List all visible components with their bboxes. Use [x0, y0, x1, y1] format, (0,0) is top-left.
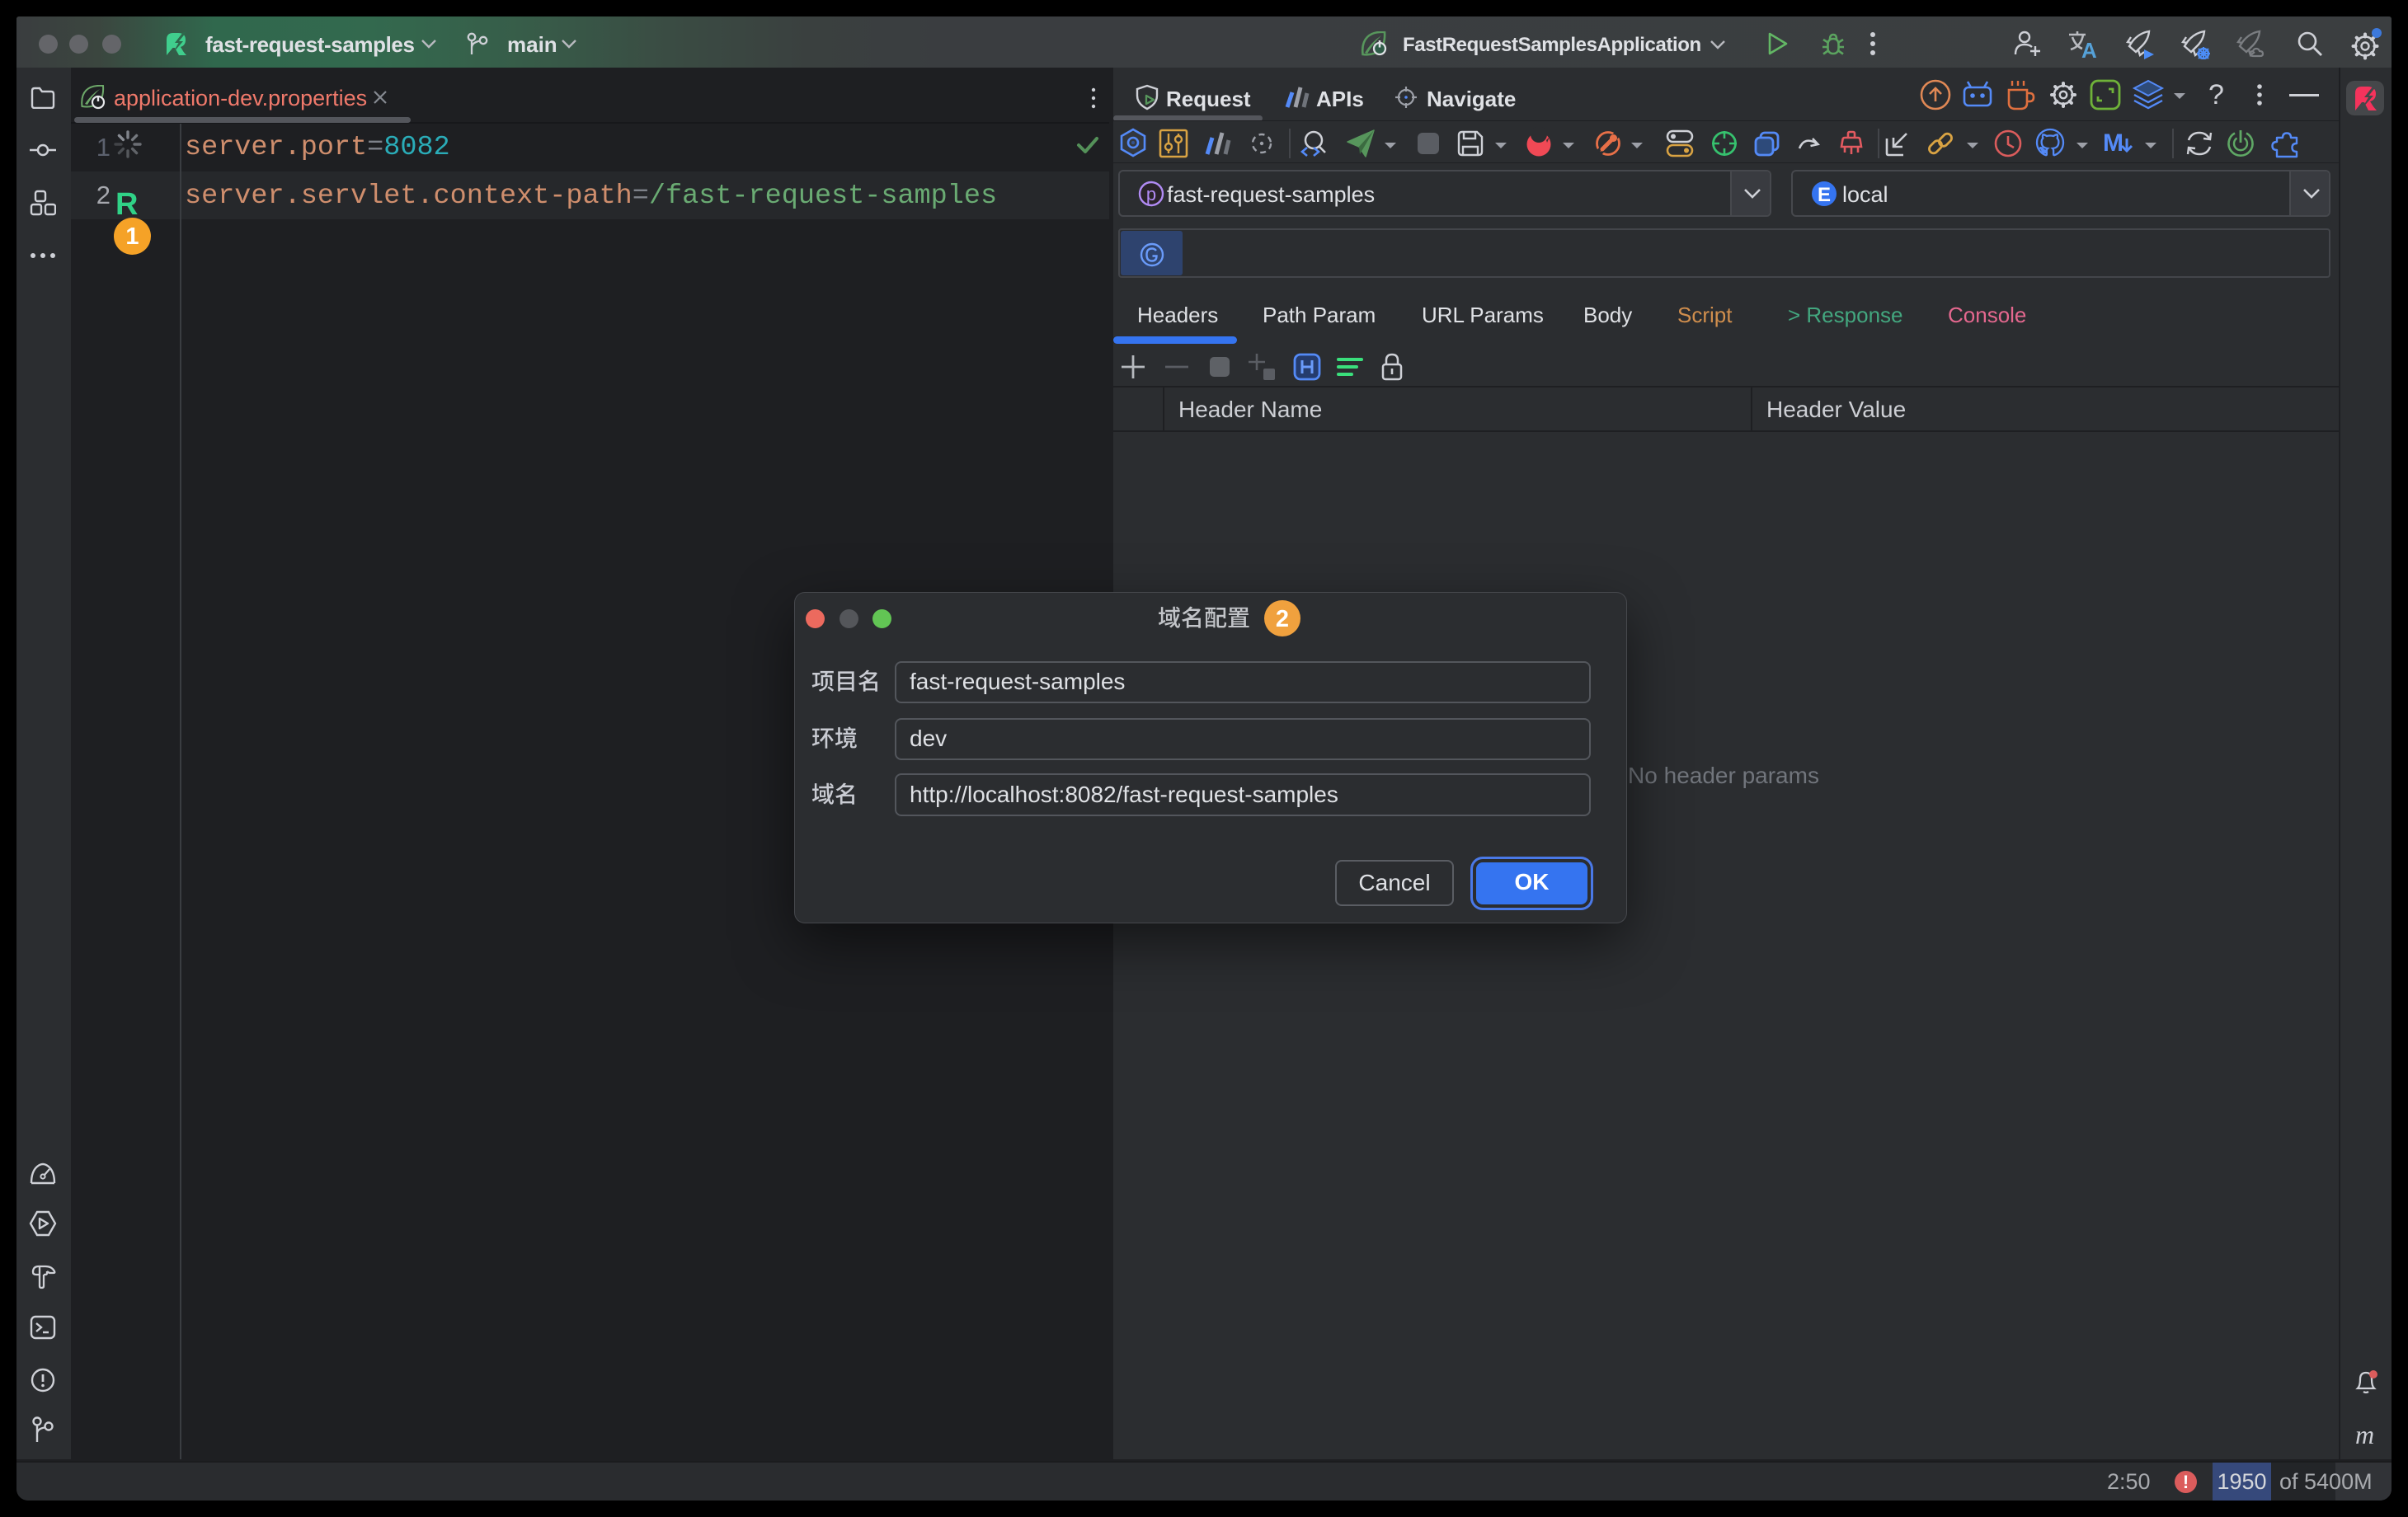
svg-text:M: M: [2103, 129, 2123, 157]
svg-text:p: p: [1146, 184, 1156, 204]
svg-text:A: A: [2081, 38, 2097, 59]
svg-text:E: E: [1818, 184, 1831, 206]
